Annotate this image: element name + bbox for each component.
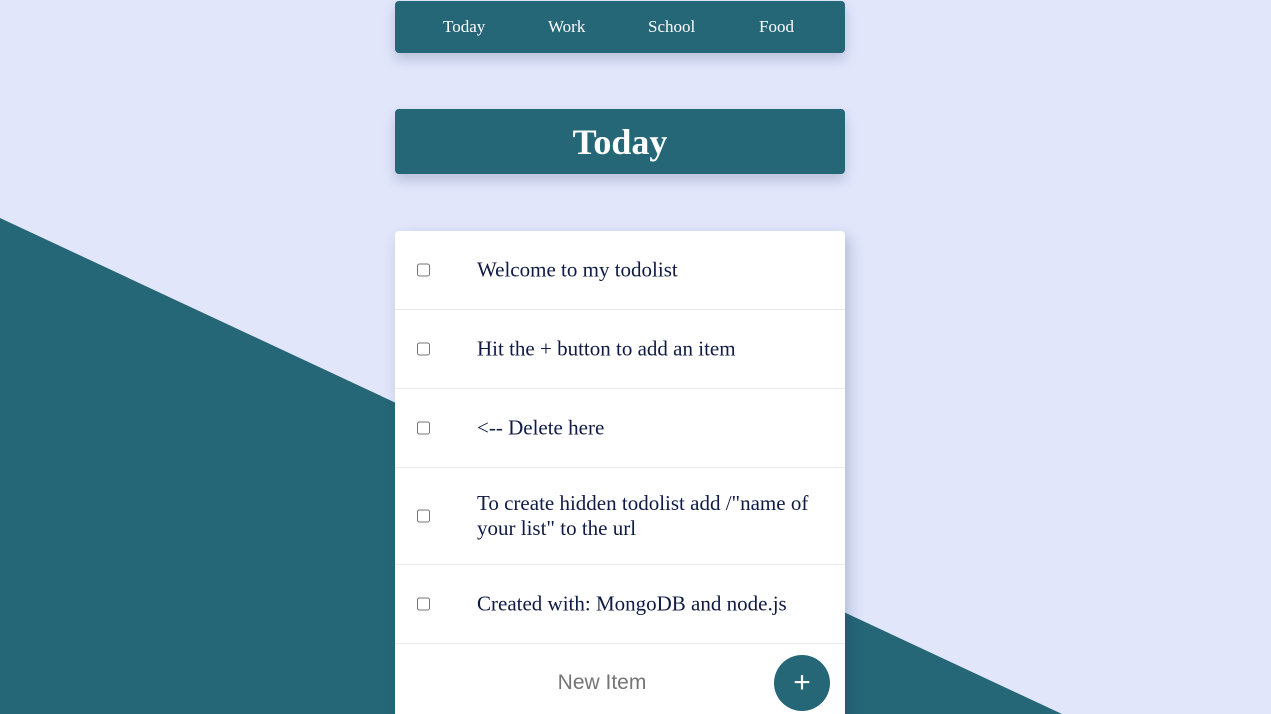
item-checkbox[interactable] [417,342,430,356]
list-title: Today [572,121,668,162]
item-checkbox[interactable] [417,421,430,435]
item-checkbox[interactable] [417,263,430,277]
item-text: To create hidden todolist add /"name of … [477,491,809,540]
top-navbar: Today Work School Food [395,1,845,53]
item-checkbox[interactable] [417,597,430,611]
plus-icon: + [793,666,811,699]
item-text: Welcome to my todolist [477,257,678,282]
nav-link-food[interactable]: Food [759,1,794,53]
todo-list-card: Welcome to my todolist Hit the + button … [395,231,845,714]
new-item-input[interactable] [455,662,749,704]
list-item: Hit the + button to add an item [395,310,845,389]
item-text: <-- Delete here [477,415,605,440]
item-checkbox[interactable] [417,509,430,523]
add-button-wrap: + [774,655,830,711]
list-item: To create hidden todolist add /"name of … [395,468,845,565]
nav-link-school[interactable]: School [648,1,695,53]
item-text: Hit the + button to add an item [477,336,736,361]
nav-link-work[interactable]: Work [548,1,585,53]
add-item-button[interactable]: + [774,655,830,711]
list-heading-box: Today [395,109,845,174]
list-item: Created with: MongoDB and node.js [395,565,845,644]
item-text: Created with: MongoDB and node.js [477,591,787,616]
nav-link-today[interactable]: Today [443,1,485,53]
list-item: Welcome to my todolist [395,231,845,310]
list-item: <-- Delete here [395,389,845,468]
new-item-form: + [395,644,845,714]
